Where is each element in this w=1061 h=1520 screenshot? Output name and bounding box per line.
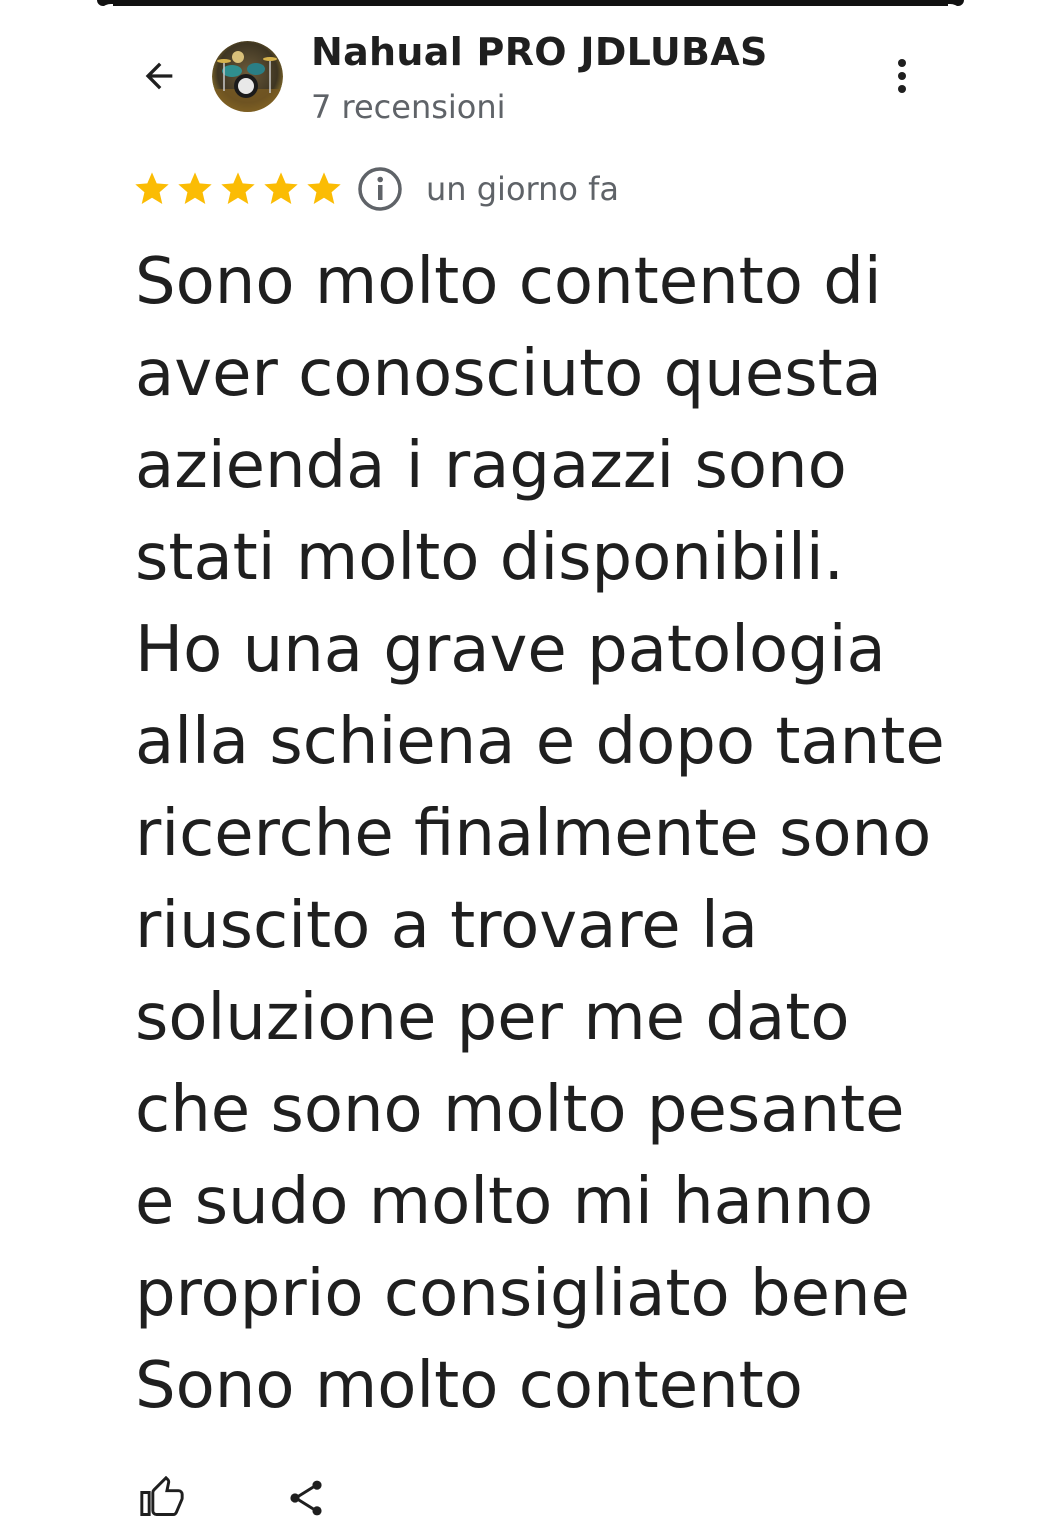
review-actions — [140, 1476, 328, 1520]
review-text-line: Sono molto contento — [135, 1349, 803, 1423]
star-icon — [264, 172, 298, 204]
more-options-button[interactable] — [884, 54, 920, 98]
thumb-up-icon[interactable] — [140, 1476, 184, 1520]
star-icon — [307, 172, 341, 204]
review-text-line: aver conosciuto questa — [135, 337, 882, 411]
card-corner-right — [948, 4, 964, 20]
avatar[interactable] — [212, 41, 283, 112]
review-text-line: proprio consigliato bene — [135, 1257, 910, 1331]
arrow-back-icon — [145, 62, 173, 90]
review-text-line: riuscito a trovare la — [135, 889, 758, 963]
rating-row: un giorno fa — [132, 166, 619, 212]
review-text-line: Sono molto contento di — [135, 245, 882, 319]
review-text-line: stati molto disponibili. — [135, 521, 844, 595]
review-text-line: che sono molto pesante — [135, 1073, 905, 1147]
card-corner-left — [97, 4, 113, 20]
star-icon — [221, 172, 255, 204]
star-icon — [178, 172, 212, 204]
review-text-line: alla schiena e dopo tante — [135, 705, 945, 779]
avatar-image — [212, 41, 283, 112]
review-text-line: soluzione per me dato — [135, 981, 850, 1055]
review-text: Sono molto contento di aver conosciuto qu… — [135, 236, 1015, 1432]
review-text-line: e sudo molto mi hanno — [135, 1165, 874, 1239]
review-text-line: Ho una grave patologia — [135, 613, 886, 687]
review-date: un giorno fa — [426, 170, 620, 208]
reviewer-name[interactable]: Nahual PRO JDLUBAS — [311, 30, 768, 74]
review-text-line: azienda i ragazzi sono — [135, 429, 847, 503]
star-icon — [135, 172, 169, 204]
back-button[interactable] — [138, 55, 180, 97]
star-rating — [132, 169, 344, 209]
review-text-line: ricerche finalmente sono — [135, 797, 932, 871]
info-icon[interactable] — [356, 165, 404, 213]
more-vert-icon — [898, 59, 906, 93]
review-count: 7 recensioni — [311, 88, 506, 126]
device-frame-top — [97, 0, 964, 6]
share-icon[interactable] — [284, 1476, 328, 1520]
